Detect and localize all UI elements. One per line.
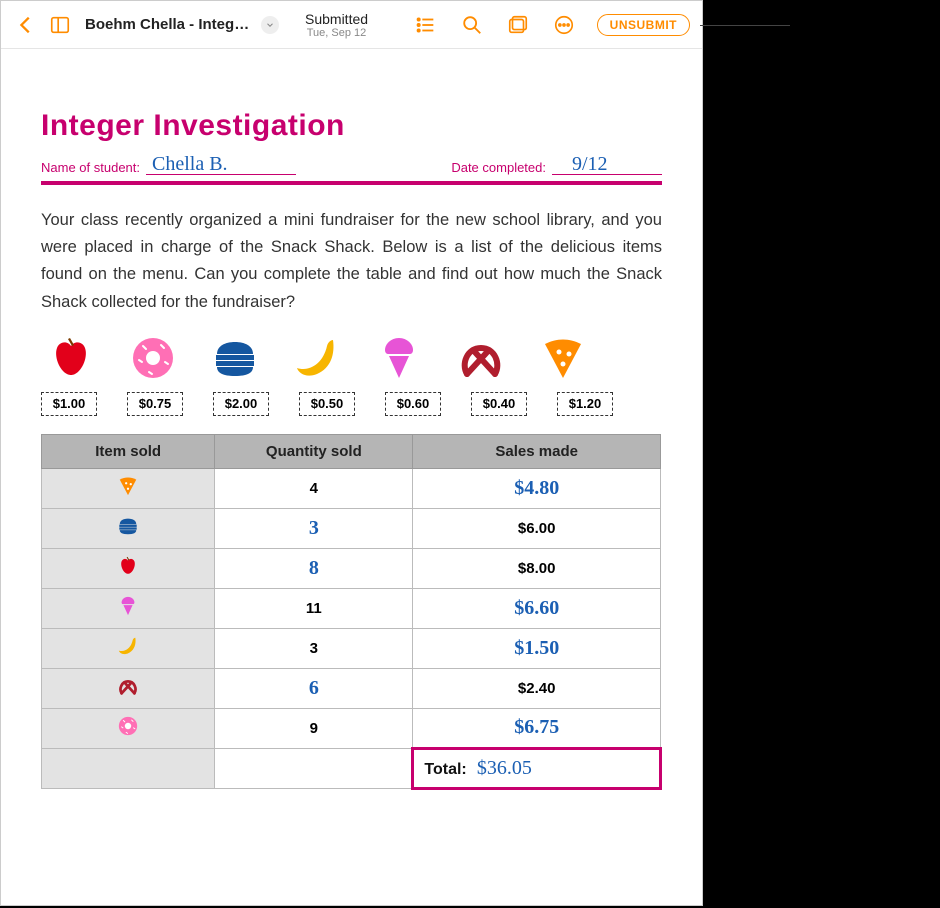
pretzel-icon [455, 334, 507, 382]
col-qty: Quantity sold [215, 434, 413, 468]
item-cell [42, 548, 215, 588]
item-cell [42, 708, 215, 748]
item-cell [42, 508, 215, 548]
qty-cell: 3 [215, 628, 413, 668]
qty-cell: 8 [215, 548, 413, 588]
icecream-icon [117, 604, 139, 621]
donut-icon [127, 334, 179, 382]
sales-cell: $8.00 [413, 548, 661, 588]
sales-cell: $6.60 [413, 588, 661, 628]
col-item: Item sold [42, 434, 215, 468]
burger-icon [209, 334, 261, 382]
document-title: Boehm Chella - Integers I... [85, 16, 255, 33]
submitted-date: Tue, Sep 12 [305, 27, 368, 39]
unsubmit-button[interactable]: UNSUBMIT [597, 14, 690, 36]
icecream-icon [373, 334, 425, 382]
burger-price: $2.00 [213, 392, 269, 416]
worksheet-meta: Name of student: Chella B. Date complete… [41, 153, 662, 185]
donut-price: $0.75 [127, 392, 183, 416]
worksheet-title: Integer Investigation [41, 109, 662, 143]
sales-cell: $2.40 [413, 668, 661, 708]
callout-line [700, 25, 790, 26]
table-row: 3$1.50 [42, 628, 661, 668]
back-icon[interactable] [13, 12, 39, 38]
pizza-icon [117, 484, 139, 501]
submission-status: Submitted Tue, Sep 12 [305, 11, 368, 39]
worksheet-document: Integer Investigation Name of student: C… [1, 49, 702, 810]
item-cell [42, 588, 215, 628]
name-label: Name of student: [41, 160, 140, 175]
sales-cell: $6.00 [413, 508, 661, 548]
worksheet-body: Your class recently organized a mini fun… [41, 207, 662, 316]
sales-cell: $6.75 [413, 708, 661, 748]
total-value: $36.05 [477, 757, 532, 779]
col-sales: Sales made [413, 434, 661, 468]
table-row: 8$8.00 [42, 548, 661, 588]
student-name-value: Chella B. [152, 153, 228, 176]
sales-cell: $4.80 [413, 468, 661, 508]
toolbar: Boehm Chella - Integers I... Submitted T… [1, 1, 702, 49]
apple-price: $1.00 [41, 392, 97, 416]
app-window: Boehm Chella - Integers I... Submitted T… [0, 0, 703, 906]
apple-icon [117, 564, 139, 581]
qty-cell: 3 [215, 508, 413, 548]
chevron-down-icon[interactable] [261, 16, 279, 34]
item-cell [42, 668, 215, 708]
media-icon[interactable] [505, 12, 531, 38]
pretzel-icon [117, 684, 139, 701]
banana-price: $0.50 [299, 392, 355, 416]
more-icon[interactable] [551, 12, 577, 38]
table-row: 3$6.00 [42, 508, 661, 548]
donut-icon [117, 724, 139, 741]
qty-cell: 11 [215, 588, 413, 628]
burger-icon [117, 524, 139, 541]
sales-table: Item sold Quantity sold Sales made 4$4.8… [41, 434, 662, 790]
icecream-price: $0.60 [385, 392, 441, 416]
submitted-label: Submitted [305, 11, 368, 27]
apple-icon [45, 334, 97, 382]
qty-cell: 6 [215, 668, 413, 708]
sales-cell: $1.50 [413, 628, 661, 668]
table-row: 11$6.60 [42, 588, 661, 628]
search-icon[interactable] [459, 12, 485, 38]
snack-price-row: $1.00 $0.75 $2.00 $0.50 $0.60 $0.40 $1.20 [41, 392, 662, 416]
sidebar-icon[interactable] [47, 12, 73, 38]
item-cell [42, 628, 215, 668]
pizza-price: $1.20 [557, 392, 613, 416]
list-icon[interactable] [413, 12, 439, 38]
banana-icon [117, 644, 139, 661]
pretzel-price: $0.40 [471, 392, 527, 416]
table-row: 6$2.40 [42, 668, 661, 708]
date-label: Date completed: [451, 160, 546, 175]
date-value: 9/12 [572, 153, 608, 176]
table-row: 4$4.80 [42, 468, 661, 508]
document-title-block[interactable]: Boehm Chella - Integers I... [85, 16, 279, 34]
total-empty-2 [215, 748, 413, 788]
total-cell: Total: $36.05 [413, 748, 661, 788]
total-empty-1 [42, 748, 215, 788]
qty-cell: 9 [215, 708, 413, 748]
total-label: Total: [424, 761, 466, 778]
snack-icon-row [41, 334, 662, 382]
table-row: 9$6.75 [42, 708, 661, 748]
qty-cell: 4 [215, 468, 413, 508]
pizza-icon [537, 334, 589, 382]
item-cell [42, 468, 215, 508]
banana-icon [291, 334, 343, 382]
